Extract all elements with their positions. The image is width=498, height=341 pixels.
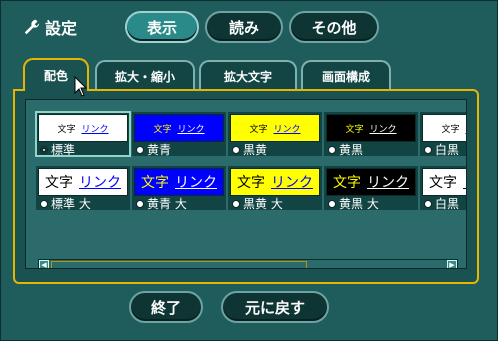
swatch-label-text: 黒黄 (243, 143, 268, 157)
swatch-grid: 文字 リンク 標準 文字 リンク 黄青 文字 リンク 黒黄 文字 リンク 黄黒 … (25, 99, 467, 269)
other-button-label: その他 (311, 18, 357, 37)
sample-link: リンク (463, 172, 466, 192)
radio-icon[interactable] (232, 199, 240, 208)
sample-text: 文字 (141, 175, 169, 191)
reset-button-label: 元に戻す (244, 298, 305, 317)
sample-text: 文字 (45, 175, 73, 191)
swatch-label: 黄黒 (328, 141, 363, 158)
swatch-label: 白黒 (424, 141, 459, 158)
swatch-standard-large[interactable]: 文字 リンク 標準 大 (36, 166, 130, 212)
swatch-label: 黄黒 大 (328, 195, 379, 212)
settings-title: 設定 (23, 15, 77, 39)
swatch-standard[interactable]: 文字 リンク 標準 (35, 111, 131, 158)
end-button-label: 終了 (150, 298, 181, 317)
color-panel: 文字 リンク 標準 文字 リンク 黄青 文字 リンク 黒黄 文字 リンク 黄黒 … (13, 89, 479, 284)
end-button[interactable]: 終了 (129, 291, 203, 323)
display-button-label: 表示 (146, 18, 177, 37)
swatch-white-black[interactable]: 文字 リンク 白黒 (420, 112, 467, 158)
tab-large-text-label: 拡大文字 (223, 69, 272, 84)
sample-link: リンク (369, 124, 397, 135)
tab-zoom[interactable]: 拡大・縮小 (95, 60, 195, 90)
scroll-thumb[interactable] (51, 261, 307, 268)
radio-icon[interactable] (40, 199, 48, 208)
sample-link: リンク (81, 124, 109, 135)
swatch-label-text: 標準 (51, 143, 76, 157)
read-button-label: 読み (228, 18, 259, 37)
tab-zoom-label: 拡大・縮小 (114, 69, 175, 84)
sample-text: 文字 (345, 124, 364, 135)
radio-icon[interactable] (40, 145, 48, 154)
mouse-cursor-icon (74, 76, 88, 97)
swatch-label: 黒黄 (232, 141, 267, 158)
reset-button[interactable]: 元に戻す (221, 291, 329, 323)
swatch-label-text: 標準 大 (51, 197, 91, 211)
swatch-label-text: 黄黒 (339, 143, 364, 157)
sample-link: リンク (177, 124, 205, 135)
swatch-label-text: 白黒 (435, 197, 460, 211)
swatch-label: 黒黄 大 (232, 195, 283, 212)
swatch-label: 標準 (40, 141, 75, 158)
swatch-preview: 文字 リンク (326, 114, 416, 142)
swatch-preview: 文字 リンク (38, 114, 128, 142)
other-button[interactable]: その他 (289, 11, 379, 43)
title-label: 設定 (45, 19, 78, 38)
swatch-preview: 文字 リンク (38, 168, 128, 196)
radio-icon[interactable] (424, 145, 432, 154)
swatch-black-yellow-large[interactable]: 文字 リンク 黒黄 大 (228, 166, 322, 212)
swatch-yellow-blue-large[interactable]: 文字 リンク 黄青 大 (132, 166, 226, 212)
sample-link: リンク (367, 175, 409, 191)
radio-icon[interactable] (136, 199, 144, 208)
swatch-preview: 文字 リンク (134, 114, 224, 142)
radio-icon[interactable] (328, 199, 336, 208)
swatch-preview: 文字 リンク (422, 168, 466, 196)
swatch-white-black-large[interactable]: 文字 リンク 白黒 (420, 166, 466, 212)
swatch-preview: 文字 リンク (326, 168, 416, 196)
swatch-label-text: 白黒 (435, 143, 460, 157)
swatch-preview: 文字 リンク (422, 114, 467, 142)
tab-large-text[interactable]: 拡大文字 (199, 60, 297, 90)
read-button[interactable]: 読み (205, 11, 283, 43)
sample-link: リンク (175, 175, 217, 191)
sample-link: リンク (271, 175, 313, 191)
swatch-preview: 文字 リンク (230, 114, 320, 142)
sample-link: リンク (466, 122, 467, 135)
swatch-preview: 文字 リンク (134, 168, 224, 196)
sample-text: 文字 (441, 124, 460, 135)
sample-text: 文字 (429, 175, 457, 191)
sample-link: リンク (79, 175, 121, 191)
swatch-label: 黄青 (136, 141, 171, 158)
sample-link: リンク (273, 124, 301, 135)
swatch-label-text: 黄青 (147, 143, 172, 157)
tab-layout-label: 画面構成 (321, 69, 370, 84)
swatch-label-text: 黄黒 大 (339, 197, 379, 211)
scroll-left-icon[interactable]: ◀ (39, 260, 49, 268)
sample-text: 文字 (237, 175, 265, 191)
swatch-label: 白黒 (424, 195, 459, 212)
swatch-label: 標準 大 (40, 195, 91, 212)
radio-icon[interactable] (328, 145, 336, 154)
tab-color-label: 配色 (43, 69, 68, 83)
swatch-yellow-blue[interactable]: 文字 リンク 黄青 (132, 112, 226, 158)
horizontal-scrollbar[interactable]: ◀ ▶ (38, 259, 458, 268)
swatch-label: 黄青 大 (136, 195, 187, 212)
wrench-icon (24, 19, 40, 35)
swatch-yellow-black-large[interactable]: 文字 リンク 黄黒 大 (324, 166, 418, 212)
radio-icon[interactable] (136, 145, 144, 154)
swatch-label-text: 黒黄 大 (243, 197, 283, 211)
scroll-right-icon[interactable]: ▶ (447, 260, 457, 268)
radio-icon[interactable] (424, 199, 432, 208)
display-button[interactable]: 表示 (125, 11, 199, 43)
swatch-black-yellow[interactable]: 文字 リンク 黒黄 (228, 112, 322, 158)
swatch-yellow-black[interactable]: 文字 リンク 黄黒 (324, 112, 418, 158)
sample-text: 文字 (153, 124, 172, 135)
sample-text: 文字 (333, 175, 361, 191)
sample-text: 文字 (57, 124, 76, 135)
sample-text: 文字 (249, 124, 268, 135)
swatch-preview: 文字 リンク (230, 168, 320, 196)
settings-window: 設定 表示 読み その他 配色 拡大・縮小 拡大文字 画面構成 文字 リンク 標… (0, 0, 498, 341)
radio-icon[interactable] (232, 145, 240, 154)
tab-layout[interactable]: 画面構成 (301, 60, 391, 90)
swatch-label-text: 黄青 大 (147, 197, 187, 211)
